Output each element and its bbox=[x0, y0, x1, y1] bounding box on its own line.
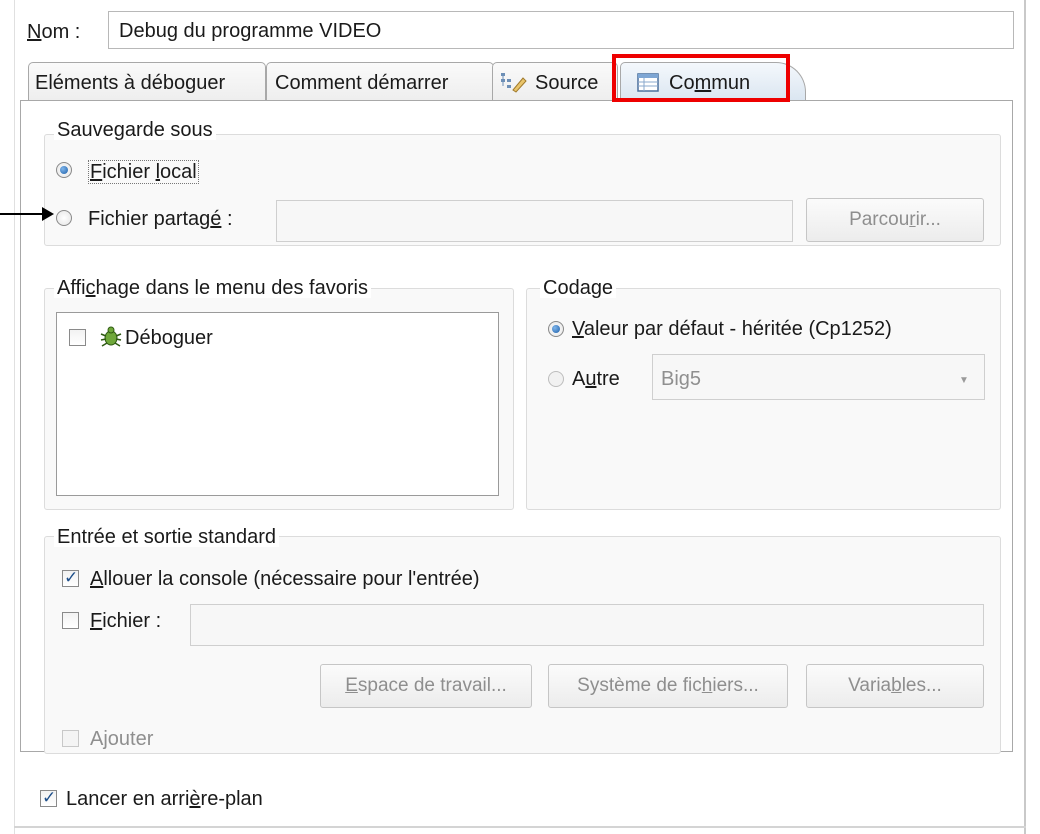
right-edge bbox=[1024, 0, 1026, 834]
tab-debug-elements[interactable]: Eléments à déboguer bbox=[28, 62, 266, 100]
tab-label: Eléments à déboguer bbox=[35, 72, 226, 94]
name-label: Nom : bbox=[27, 21, 81, 43]
file-output-label[interactable]: Fichier : bbox=[90, 611, 161, 631]
favorites-list[interactable]: Déboguer bbox=[56, 312, 499, 496]
tab-startup[interactable]: Comment démarrer bbox=[266, 62, 494, 100]
other-encoding-radio[interactable] bbox=[548, 371, 564, 387]
filesystem-button[interactable]: Système de fic h iers... bbox=[548, 664, 788, 708]
tab-source[interactable]: Source bbox=[492, 62, 618, 100]
left-edge bbox=[14, 0, 15, 834]
file-output-checkbox[interactable] bbox=[62, 612, 79, 629]
name-field[interactable]: Debug du programme VIDEO bbox=[108, 11, 1014, 49]
allocate-console-checkbox[interactable] bbox=[62, 568, 79, 588]
shared-file-path[interactable] bbox=[276, 200, 793, 242]
background-launch-checkbox[interactable] bbox=[40, 788, 57, 808]
tab-label: Source bbox=[535, 72, 599, 94]
variables-button[interactable]: Varia b les... bbox=[806, 664, 984, 708]
source-lookup-icon bbox=[499, 71, 529, 99]
favorites-title: Affichage dans le menu des favoris bbox=[54, 278, 371, 298]
pointer-arrow bbox=[0, 213, 44, 215]
encoding-select-value: Big5 bbox=[661, 368, 702, 390]
name-field-value: Debug du programme VIDEO bbox=[119, 20, 382, 42]
tab-label: Comment démarrer bbox=[275, 72, 449, 94]
save-as-title: Sauvegarde sous bbox=[54, 120, 216, 140]
pointer-arrowhead bbox=[42, 207, 54, 221]
local-file-radio[interactable] bbox=[56, 162, 72, 178]
favorite-debug-checkbox[interactable] bbox=[69, 329, 86, 346]
shared-file-radio[interactable] bbox=[56, 210, 72, 226]
file-output-path[interactable] bbox=[190, 604, 984, 646]
highlight-box bbox=[612, 54, 790, 102]
append-label[interactable]: Ajouter bbox=[90, 729, 153, 749]
std-io-title: Entrée et sortie standard bbox=[54, 527, 280, 547]
chevron-down-icon: ▼ bbox=[959, 375, 969, 386]
encoding-title: Codage bbox=[540, 278, 617, 298]
default-encoding-label[interactable]: Valeur par défaut - héritée (Cp1252) bbox=[572, 319, 892, 339]
workspace-button[interactable]: Espace de travail... bbox=[320, 664, 532, 708]
bottom-edge bbox=[14, 826, 1026, 828]
default-encoding-radio[interactable] bbox=[548, 321, 564, 337]
browse-button[interactable]: Parcou r ir... bbox=[806, 198, 984, 242]
append-checkbox[interactable] bbox=[62, 730, 79, 747]
encoding-select[interactable]: Big5 ▼ bbox=[652, 354, 985, 400]
debug-bug-icon bbox=[99, 325, 123, 355]
favorite-debug-label: Déboguer bbox=[125, 327, 213, 349]
background-launch-label[interactable]: Lancer en arrière-plan bbox=[66, 789, 263, 809]
other-encoding-label[interactable]: Autre bbox=[572, 369, 620, 389]
shared-file-label[interactable]: Fichier partagé : bbox=[88, 209, 233, 229]
local-file-label[interactable]: Fichier local bbox=[88, 160, 199, 184]
allocate-console-label[interactable]: Allouer la console (nécessaire pour l'en… bbox=[90, 569, 480, 589]
